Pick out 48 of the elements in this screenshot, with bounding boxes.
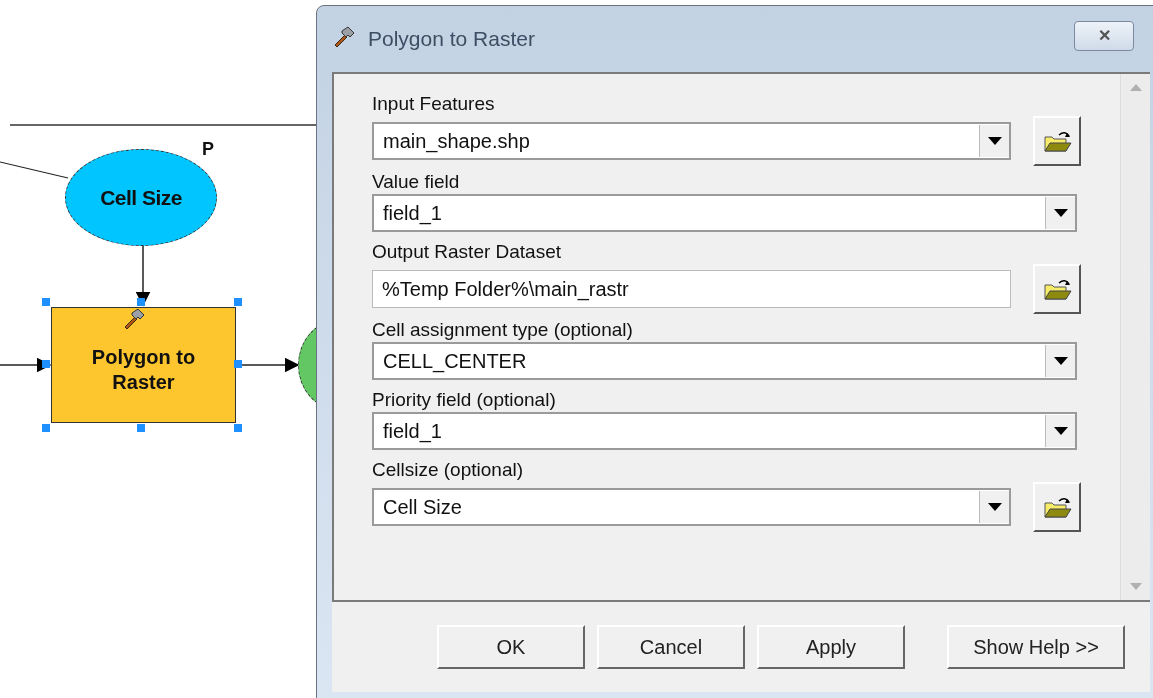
tool-node[interactable]: Polygon to Raster (51, 307, 236, 423)
dialog-button[interactable]: Show Help >> (947, 625, 1125, 669)
dropdown-caret-icon (1053, 427, 1068, 435)
field-label: Input Features (372, 92, 496, 116)
field-label: Value field (372, 170, 461, 194)
selection-handle[interactable] (42, 298, 50, 306)
connector-arrow (0, 357, 52, 373)
selection-handle[interactable] (234, 424, 242, 432)
browse-button[interactable] (1033, 482, 1081, 532)
field-value: main_shape.shp (383, 129, 530, 155)
field-value: CELL_CENTER (383, 349, 527, 375)
dialog-button[interactable]: OK (437, 625, 585, 669)
browse-button[interactable] (1033, 264, 1081, 314)
selection-handle[interactable] (137, 298, 145, 306)
dropdown-field[interactable]: field_1 (372, 194, 1077, 232)
field-label: Cellsize (optional) (372, 458, 524, 482)
folder-icon (1042, 277, 1072, 301)
close-button[interactable]: ✕ (1074, 21, 1134, 51)
dialog-button[interactable]: Apply (757, 625, 905, 669)
field-label: Cell assignment type (optional) (372, 318, 634, 342)
dropdown-caret-icon (987, 503, 1002, 511)
scrollbar[interactable] (1120, 74, 1150, 600)
dropdown-caret-icon (1053, 209, 1068, 217)
dropdown-caret-icon (1053, 357, 1068, 365)
field-value: field_1 (383, 419, 442, 445)
selection-handle[interactable] (234, 360, 242, 368)
dropdown-caret-icon (987, 137, 1002, 145)
dropdown-field[interactable]: Cell Size (372, 488, 1011, 526)
browse-button[interactable] (1033, 116, 1081, 166)
field-value: field_1 (383, 201, 442, 227)
field-label: Output Raster Dataset (372, 240, 563, 264)
scroll-up-icon (1129, 84, 1142, 91)
folder-icon (1042, 129, 1072, 153)
scroll-down-icon (1129, 583, 1142, 590)
selection-handle[interactable] (137, 424, 145, 432)
field-value: Cell Size (383, 495, 462, 520)
dropdown-field[interactable]: CELL_CENTER (372, 342, 1077, 380)
folder-icon (1042, 495, 1072, 519)
selection-handle[interactable] (234, 298, 242, 306)
dropdown-field[interactable]: field_1 (372, 412, 1077, 450)
input-field[interactable]: %Temp Folder%\main_rastr (372, 270, 1011, 308)
selection-handle[interactable] (42, 424, 50, 432)
dialog-button[interactable]: Cancel (597, 625, 745, 669)
selection-handle[interactable] (42, 360, 50, 368)
field-label: Priority field (optional) (372, 388, 557, 412)
dropdown-field[interactable]: main_shape.shp (372, 122, 1011, 160)
connector-line (0, 161, 69, 179)
window-title: Polygon to Raster (368, 26, 535, 53)
